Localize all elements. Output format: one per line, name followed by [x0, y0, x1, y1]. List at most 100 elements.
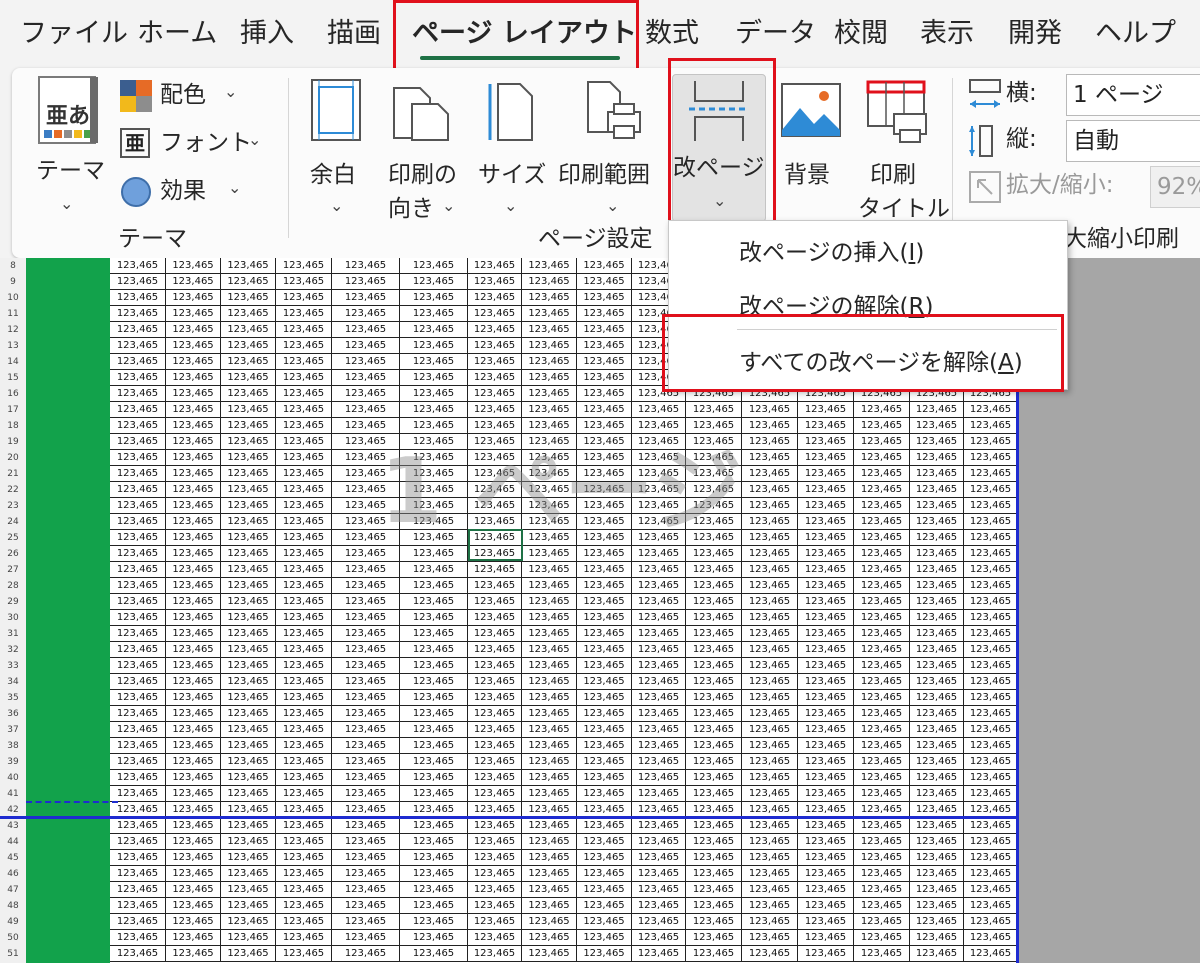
cell[interactable]: 123,465: [332, 946, 400, 962]
cell[interactable]: 123,465: [798, 418, 854, 434]
cell[interactable]: 123,465: [276, 674, 332, 690]
tab-insert[interactable]: 挿入: [240, 14, 294, 54]
row-header[interactable]: 44: [0, 834, 26, 850]
cell[interactable]: 123,465: [910, 658, 964, 674]
cell[interactable]: 123,465: [854, 898, 910, 914]
cell[interactable]: 123,465: [110, 722, 166, 738]
cell[interactable]: 123,465: [400, 642, 468, 658]
cell[interactable]: 123,465: [577, 946, 632, 962]
cell[interactable]: 123,465: [221, 306, 276, 322]
cell[interactable]: 123,465: [400, 946, 468, 962]
cell[interactable]: 123,465: [468, 370, 522, 386]
cell[interactable]: 123,465: [110, 786, 166, 802]
cell[interactable]: 123,465: [276, 418, 332, 434]
cell[interactable]: 123,465: [686, 722, 742, 738]
cell[interactable]: 123,465: [798, 450, 854, 466]
cell[interactable]: 123,465: [400, 706, 468, 722]
cell[interactable]: 123,465: [276, 258, 332, 274]
cell[interactable]: 123,465: [400, 306, 468, 322]
cell[interactable]: 123,465: [854, 578, 910, 594]
cell[interactable]: 123,465: [910, 722, 964, 738]
row-header[interactable]: 12: [0, 322, 26, 338]
cell[interactable]: 123,465: [686, 402, 742, 418]
cell[interactable]: 123,465: [632, 738, 686, 754]
cell[interactable]: 123,465: [686, 642, 742, 658]
cell[interactable]: 123,465: [166, 322, 221, 338]
cell[interactable]: 123,465: [400, 354, 468, 370]
cell[interactable]: 123,465: [110, 738, 166, 754]
cell[interactable]: 123,465: [221, 322, 276, 338]
cell[interactable]: 123,465: [468, 642, 522, 658]
cell[interactable]: 123,465: [221, 882, 276, 898]
cell[interactable]: 123,465: [110, 322, 166, 338]
row-header[interactable]: 51: [0, 946, 26, 962]
cell[interactable]: 123,465: [522, 866, 577, 882]
cell[interactable]: 123,465: [468, 706, 522, 722]
cell[interactable]: 123,465: [332, 690, 400, 706]
cell[interactable]: 123,465: [798, 658, 854, 674]
cell[interactable]: 123,465: [632, 626, 686, 642]
cell[interactable]: 123,465: [166, 626, 221, 642]
cell[interactable]: 123,465: [468, 610, 522, 626]
cell[interactable]: 123,465: [468, 322, 522, 338]
row-header[interactable]: 19: [0, 434, 26, 450]
cell[interactable]: 123,465: [577, 786, 632, 802]
cell[interactable]: 123,465: [742, 482, 798, 498]
cell[interactable]: 123,465: [400, 594, 468, 610]
cell[interactable]: 123,465: [400, 658, 468, 674]
cell[interactable]: 123,465: [910, 610, 964, 626]
cell[interactable]: 123,465: [577, 674, 632, 690]
cell[interactable]: 123,465: [221, 290, 276, 306]
cell[interactable]: 123,465: [221, 850, 276, 866]
cell[interactable]: 123,465: [221, 258, 276, 274]
cell[interactable]: 123,465: [468, 754, 522, 770]
cell[interactable]: 123,465: [400, 402, 468, 418]
cell[interactable]: 123,465: [400, 370, 468, 386]
row-header[interactable]: 22: [0, 482, 26, 498]
colors-button[interactable]: 配色 ⌄: [120, 78, 250, 114]
cell[interactable]: 123,465: [798, 434, 854, 450]
cell[interactable]: 123,465: [742, 578, 798, 594]
cell[interactable]: 123,465: [522, 338, 577, 354]
cell[interactable]: 123,465: [910, 482, 964, 498]
cell[interactable]: 123,465: [686, 946, 742, 962]
cell[interactable]: 123,465: [742, 466, 798, 482]
tab-page-layout[interactable]: ページ レイアウト: [412, 14, 637, 54]
cell[interactable]: 123,465: [468, 882, 522, 898]
cell[interactable]: 123,465: [166, 498, 221, 514]
cell[interactable]: 123,465: [332, 882, 400, 898]
cell[interactable]: 123,465: [742, 674, 798, 690]
cell[interactable]: 123,465: [577, 642, 632, 658]
cell[interactable]: 123,465: [964, 530, 1018, 546]
cell[interactable]: 123,465: [468, 626, 522, 642]
cell[interactable]: 123,465: [221, 658, 276, 674]
cell[interactable]: 123,465: [221, 770, 276, 786]
cell[interactable]: 123,465: [110, 866, 166, 882]
cell[interactable]: 123,465: [276, 578, 332, 594]
cell[interactable]: 123,465: [221, 546, 276, 562]
cell[interactable]: 123,465: [166, 946, 221, 962]
row-header[interactable]: 32: [0, 642, 26, 658]
row-header[interactable]: 11: [0, 306, 26, 322]
cell[interactable]: 123,465: [221, 674, 276, 690]
cell[interactable]: 123,465: [632, 706, 686, 722]
cell[interactable]: 123,465: [798, 530, 854, 546]
cell[interactable]: 123,465: [332, 770, 400, 786]
cell[interactable]: 123,465: [798, 690, 854, 706]
cell[interactable]: 123,465: [276, 402, 332, 418]
cell[interactable]: 123,465: [166, 402, 221, 418]
cell[interactable]: 123,465: [632, 770, 686, 786]
cell[interactable]: 123,465: [166, 434, 221, 450]
cell[interactable]: 123,465: [798, 674, 854, 690]
cell[interactable]: 123,465: [632, 898, 686, 914]
cell[interactable]: 123,465: [110, 274, 166, 290]
row-header[interactable]: 8: [0, 258, 26, 274]
cell[interactable]: 123,465: [742, 722, 798, 738]
cell[interactable]: 123,465: [742, 898, 798, 914]
cell[interactable]: 123,465: [221, 274, 276, 290]
row-header[interactable]: 15: [0, 370, 26, 386]
cell[interactable]: 123,465: [400, 770, 468, 786]
cell[interactable]: 123,465: [798, 594, 854, 610]
cell[interactable]: 123,465: [577, 866, 632, 882]
cell[interactable]: 123,465: [276, 322, 332, 338]
